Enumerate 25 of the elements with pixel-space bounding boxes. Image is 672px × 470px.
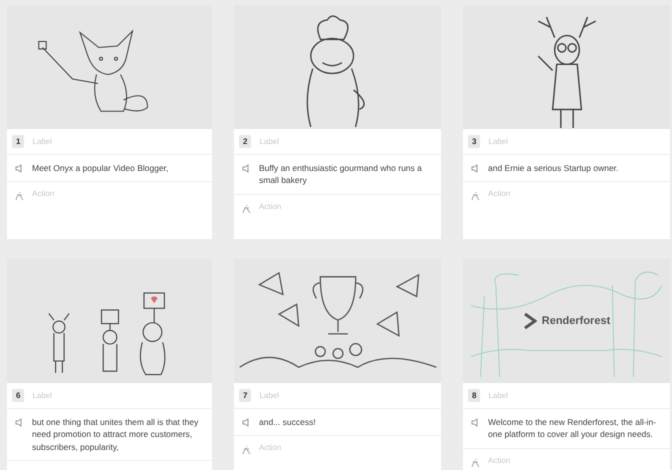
- scene-number: 3: [468, 135, 480, 148]
- speaker-icon: [471, 164, 480, 173]
- scene-number: 2: [239, 135, 252, 148]
- narration-text: but one thing that unites them all is that they need promotion to attract more customers, subscribers, popularity,: [32, 416, 200, 453]
- scene-number: 8: [468, 389, 480, 402]
- scene-number: 7: [239, 389, 252, 402]
- narration-text: and... success!: [259, 416, 316, 428]
- narration-text: Meet Onyx a popular Video Blogger,: [32, 162, 168, 174]
- runner-icon: [15, 191, 24, 202]
- narration-text: Buffy an enthusiastic gourmand who runs a small bakery: [259, 162, 423, 187]
- runner-icon: [242, 445, 251, 456]
- narration-text: and Ernie a serious Startup owner.: [488, 162, 618, 174]
- runner-icon: [471, 191, 480, 202]
- play-logo-icon: [522, 312, 537, 330]
- speaker-icon: [471, 418, 480, 427]
- runner-icon: [242, 204, 251, 214]
- speaker-icon: [242, 164, 251, 173]
- logo-text: Renderforest: [542, 315, 610, 327]
- speaker-icon: [15, 418, 24, 427]
- scene-number: 1: [12, 135, 24, 148]
- narration-text: Welcome to the new Renderforest, the all-in-one platform to cover all your design needs.: [488, 416, 658, 441]
- speaker-icon: [15, 164, 24, 173]
- scene-number: 6: [12, 389, 24, 402]
- speaker-icon: [242, 418, 251, 427]
- runner-icon: [471, 458, 480, 468]
